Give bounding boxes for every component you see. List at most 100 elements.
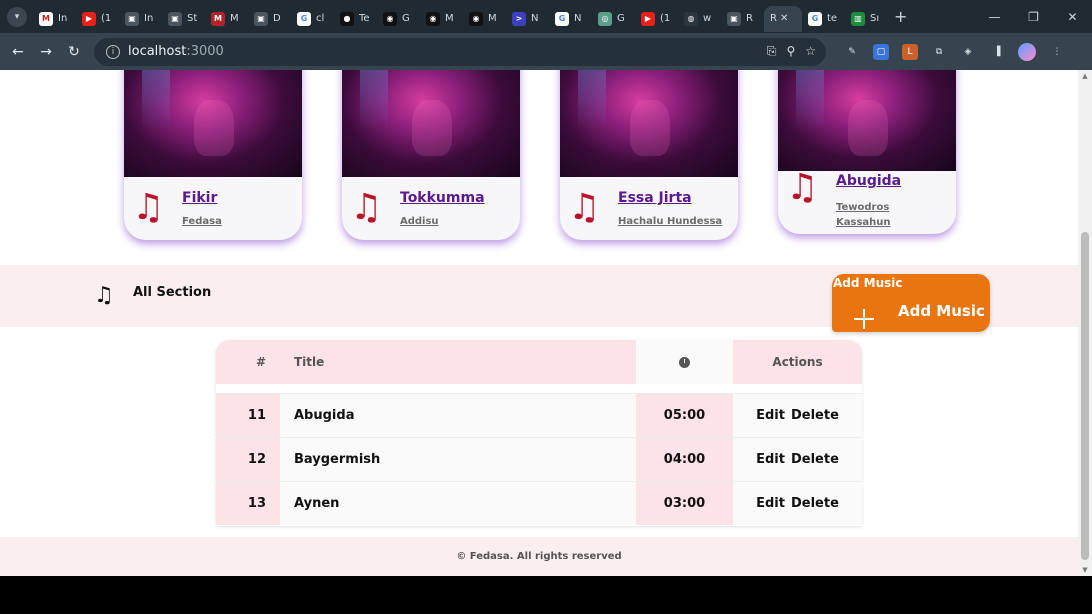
section-title: All Section [133, 285, 212, 300]
cell-number: 11 [216, 394, 280, 437]
tab-title: N [574, 13, 582, 24]
page-footer: © Fedasa. All rights reserved [0, 537, 1078, 576]
browser-tab[interactable]: ▶ (1 [76, 6, 119, 32]
address-bar[interactable]: i localhost:3000 ⎘ ⚲ ☆ [94, 37, 826, 66]
album-art [560, 70, 738, 177]
music-note-icon: ♫ [94, 283, 114, 308]
performance-icon[interactable]: ◈ [960, 44, 976, 60]
browser-tab[interactable]: Gcl [291, 6, 334, 32]
new-tab-button[interactable]: + [894, 7, 907, 26]
youtube-icon: ▶ [82, 11, 96, 26]
card-artist[interactable]: Addisu [400, 216, 439, 227]
delete-button[interactable]: Delete [791, 452, 839, 467]
browser-tab[interactable]: GN [549, 6, 592, 32]
tab-title: M [230, 13, 239, 24]
tab-title: N [531, 13, 539, 24]
install-app-icon[interactable]: ⎘ [767, 44, 777, 59]
scroll-down-icon[interactable]: ▼ [1078, 564, 1092, 576]
page-scrollbar[interactable]: ▲ ▼ [1078, 70, 1092, 576]
medium-icon: ● [340, 11, 354, 26]
browser-tab[interactable]: ▣ D [248, 6, 291, 32]
card-title[interactable]: Tokkumma [400, 190, 485, 206]
tab-title: (1 [101, 13, 112, 24]
browser-tab[interactable]: ● Te [334, 6, 377, 32]
site-info-icon[interactable]: i [106, 44, 120, 59]
globe-icon: ◍ [684, 11, 698, 26]
browser-tab[interactable]: Gte [802, 6, 845, 32]
card-title[interactable]: Abugida [836, 173, 901, 189]
google-icon: G [555, 11, 569, 26]
column-header-number: # [216, 340, 280, 384]
scroll-up-icon[interactable]: ▲ [1078, 70, 1092, 82]
browser-tab[interactable]: ◉ G [377, 6, 420, 32]
browser-tab[interactable]: ◍ w [678, 6, 721, 32]
card-title[interactable]: Fikir [182, 190, 217, 206]
music-note-icon: ♫ [568, 187, 601, 228]
clock-icon [679, 356, 690, 368]
cell-number: 12 [216, 438, 280, 481]
close-window-icon[interactable]: ✕ [1053, 10, 1092, 24]
music-card[interactable]: ♫ Tokkumma Addisu [342, 70, 520, 240]
browser-tab-active[interactable]: R ✕ [764, 5, 802, 32]
card-artist[interactable]: Hachalu Hundessa [618, 216, 722, 227]
browser-tab[interactable]: ▣ R [721, 6, 764, 32]
forward-arrow-icon[interactable]: → [32, 44, 60, 60]
menu-kebab-icon[interactable]: ⋮ [1049, 44, 1065, 60]
eyedropper-extension-icon[interactable]: ✎ [844, 44, 860, 60]
plus-icon [852, 307, 876, 331]
url-port: :3000 [186, 44, 224, 59]
browser-tab[interactable]: > N [506, 6, 549, 32]
delete-button[interactable]: Delete [791, 408, 839, 423]
cell-title: Baygermish [280, 438, 636, 481]
scrollbar-thumb[interactable] [1081, 232, 1089, 560]
browser-tab[interactable]: ◎ G [592, 6, 635, 32]
bookmark-star-icon[interactable]: ☆ [805, 44, 816, 59]
browser-tab-strip: ▾ M In ▶ (1 ▣ In ▣ St MM ▣ D Gcl ● Te ◉ G ◉ M ◉ M… [0, 0, 1092, 33]
card-title[interactable]: Essa Jirta [618, 190, 692, 206]
reload-icon[interactable]: ↻ [60, 44, 88, 60]
browser-tab[interactable]: ▥ Sı [845, 6, 888, 32]
column-header-title: Title [280, 340, 636, 384]
music-card[interactable]: ♫ Abugida Tewodros Kassahun [778, 70, 956, 234]
card-artist[interactable]: Fedasa [182, 216, 222, 227]
tab-title: Te [359, 13, 370, 24]
close-icon[interactable]: ✕ [780, 13, 788, 24]
album-art [778, 70, 956, 171]
card-artist[interactable]: Tewodros Kassahun [836, 200, 916, 230]
music-note-icon: ♫ [786, 167, 819, 208]
delete-button[interactable]: Delete [791, 496, 839, 511]
browser-tab[interactable]: ◉ M [420, 6, 463, 32]
browser-tab[interactable]: ▶ (1 [635, 6, 678, 32]
tab-title: M [488, 13, 497, 24]
page-viewport: ♫ Fikir Fedasa ♫ Tokkumma Addisu ♫ Essa … [0, 70, 1078, 576]
column-header-duration [636, 340, 733, 384]
side-panel-icon[interactable]: ▐ [989, 44, 1005, 60]
add-music-button[interactable]: Add Music Add Music [832, 274, 990, 332]
cell-number: 13 [216, 482, 280, 525]
page-icon: ▣ [168, 11, 182, 26]
music-card[interactable]: ♫ Fikir Fedasa [124, 70, 302, 240]
tab-title: In [58, 13, 68, 24]
zoom-icon[interactable]: ⚲ [786, 44, 795, 59]
browser-tab[interactable]: ▣ In [119, 6, 162, 32]
edit-button[interactable]: Edit [756, 408, 785, 423]
restore-icon[interactable]: ❐ [1014, 10, 1053, 24]
browser-tab[interactable]: ◉ M [463, 6, 506, 32]
puzzle-extensions-icon[interactable]: ⧉ [931, 44, 947, 60]
lighthouse-extension-icon[interactable]: L [902, 43, 918, 60]
extension-icon[interactable]: ▢ [873, 43, 889, 60]
minimize-icon[interactable]: — [975, 10, 1014, 24]
cell-title: Aynen [280, 482, 636, 525]
address-bar-actions: ⎘ ⚲ ☆ [767, 44, 816, 59]
browser-tab[interactable]: ▣ St [162, 6, 205, 32]
browser-tab[interactable]: MM [205, 6, 248, 32]
music-card[interactable]: ♫ Essa Jirta Hachalu Hundessa [560, 70, 738, 240]
edit-button[interactable]: Edit [756, 452, 785, 467]
page-icon: ▣ [254, 11, 268, 26]
back-arrow-icon[interactable]: ← [4, 44, 32, 60]
edit-button[interactable]: Edit [756, 496, 785, 511]
tab-search-button[interactable]: ▾ [7, 6, 27, 27]
profile-avatar[interactable] [1018, 42, 1036, 61]
terminal-icon: > [512, 11, 526, 26]
browser-tab[interactable]: M In [33, 6, 76, 32]
